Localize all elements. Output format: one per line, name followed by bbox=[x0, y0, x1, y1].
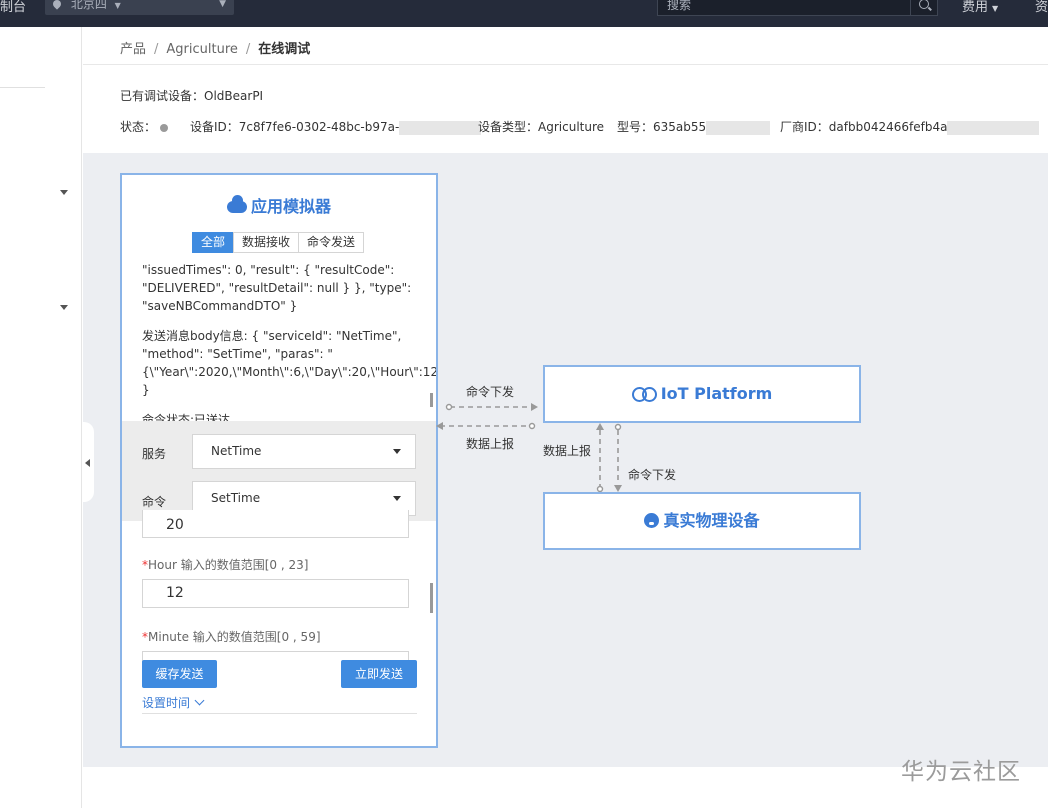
command-down-side-label: 命令下发 bbox=[628, 468, 677, 482]
connector-dot-icon bbox=[528, 422, 536, 430]
physical-device-title: 真实物理设备 bbox=[663, 511, 760, 530]
iot-platform-logo-icon bbox=[631, 386, 658, 402]
connector-dot-icon bbox=[445, 403, 453, 411]
connector-dot-icon bbox=[614, 423, 622, 431]
caret-left-icon bbox=[85, 459, 90, 467]
arrowhead-left-icon bbox=[436, 422, 443, 430]
iot-platform-title: IoT Platform bbox=[660, 384, 773, 403]
data-up-label: 数据上报 bbox=[466, 437, 515, 451]
command-down-label: 命令下发 bbox=[466, 385, 515, 399]
iot-platform-box: IoT Platform bbox=[543, 365, 861, 423]
arrowhead-down-icon bbox=[614, 485, 622, 492]
watermark: 华为云社区 bbox=[901, 759, 1021, 785]
arrowhead-right-icon bbox=[531, 403, 538, 411]
sidebar-collapse-button[interactable] bbox=[82, 422, 94, 502]
arrowhead-up-icon bbox=[596, 423, 604, 430]
data-up-side-label: 数据上报 bbox=[543, 444, 592, 458]
connector-dot-icon bbox=[596, 485, 604, 493]
connection-arrows bbox=[436, 403, 622, 493]
physical-device-box: 真实物理设备 bbox=[543, 492, 861, 550]
device-icon bbox=[644, 513, 660, 528]
